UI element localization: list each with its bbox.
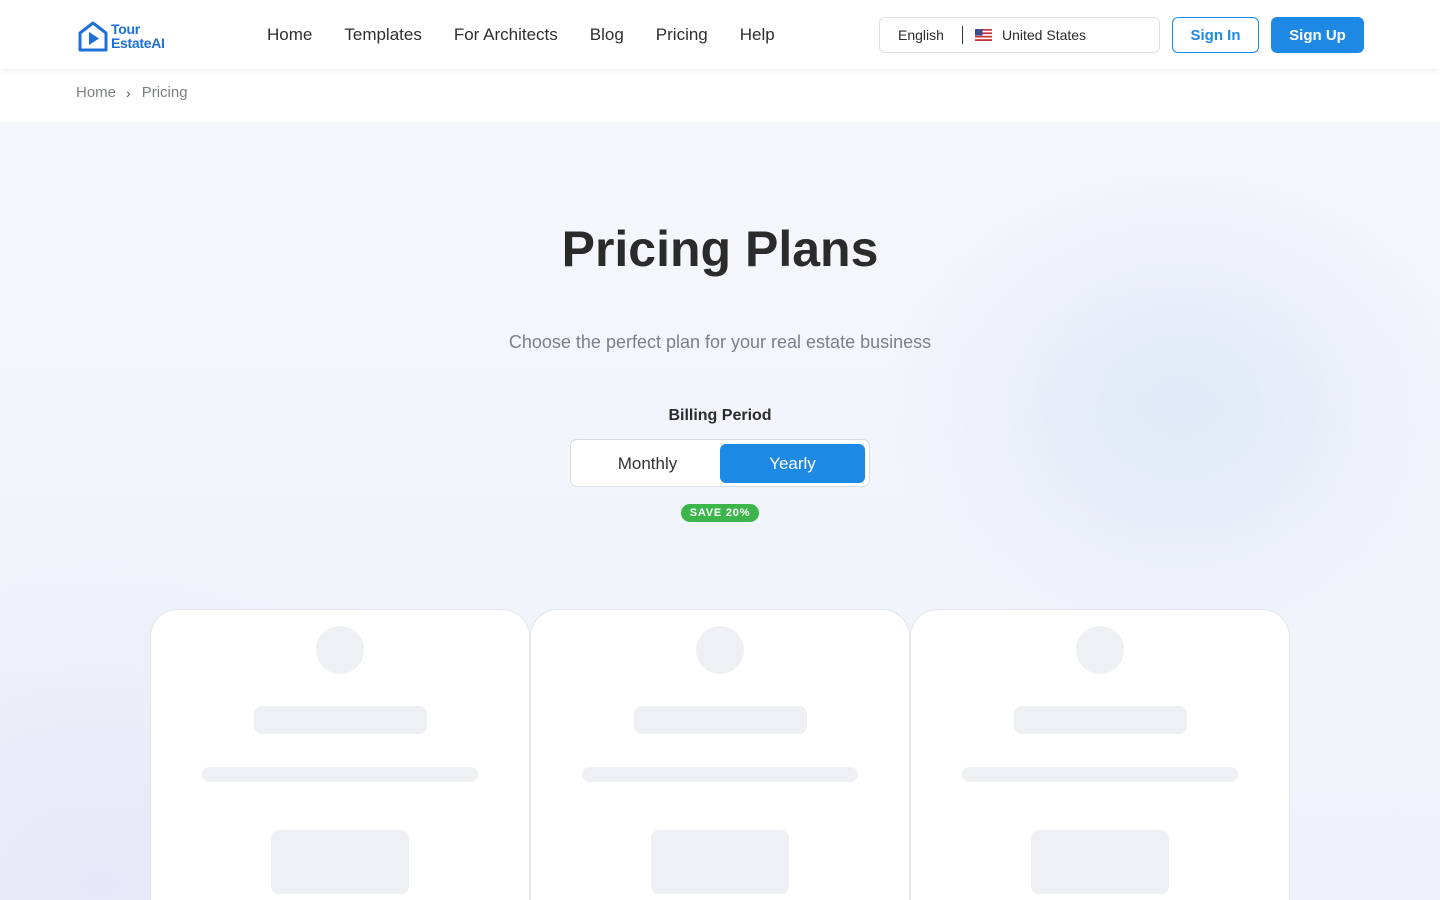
billing-yearly-option[interactable]: Yearly bbox=[720, 444, 865, 483]
plan-card-skeleton bbox=[150, 609, 530, 900]
nav-for-architects[interactable]: For Architects bbox=[454, 23, 558, 47]
brand-line-1: Tour bbox=[111, 21, 140, 37]
skeleton-text-placeholder bbox=[582, 767, 858, 782]
nav-pricing[interactable]: Pricing bbox=[656, 23, 708, 47]
nav-blog[interactable]: Blog bbox=[590, 23, 624, 47]
breadcrumb-current: Pricing bbox=[141, 84, 188, 101]
locale-divider bbox=[962, 26, 963, 44]
top-header: Tour EstateAI Home Templates For Archite… bbox=[0, 0, 1440, 69]
breadcrumb-home[interactable]: Home bbox=[76, 84, 116, 101]
skeleton-title-placeholder bbox=[1014, 706, 1187, 734]
page-subtitle: Choose the perfect plan for your real es… bbox=[508, 332, 932, 352]
billing-period-label: Billing Period bbox=[668, 407, 772, 424]
brand-wordmark: Tour EstateAI bbox=[111, 22, 165, 50]
billing-period-toggle: Monthly Yearly bbox=[570, 439, 870, 487]
sign-up-button[interactable]: Sign Up bbox=[1271, 17, 1364, 53]
locale-selector[interactable]: English United States bbox=[879, 17, 1160, 53]
us-flag-icon bbox=[975, 29, 992, 41]
skeleton-price-placeholder bbox=[651, 830, 789, 894]
brand-line-2: EstateAI bbox=[111, 35, 165, 51]
country-label[interactable]: United States bbox=[1002, 27, 1086, 43]
chevron-right-icon: › bbox=[126, 84, 131, 101]
skeleton-icon-placeholder bbox=[1076, 626, 1124, 674]
skeleton-price-placeholder bbox=[1031, 830, 1169, 894]
skeleton-icon-placeholder bbox=[316, 626, 364, 674]
brand-logo[interactable]: Tour EstateAI bbox=[77, 19, 167, 53]
page-title: Pricing Plans bbox=[561, 221, 879, 277]
skeleton-text-placeholder bbox=[202, 767, 478, 782]
plan-card-skeleton bbox=[910, 609, 1290, 900]
save-badge: SAVE 20% bbox=[681, 504, 759, 522]
nav-home[interactable]: Home bbox=[267, 23, 312, 47]
nav-help[interactable]: Help bbox=[740, 23, 775, 47]
sign-in-button[interactable]: Sign In bbox=[1172, 17, 1259, 53]
skeleton-icon-placeholder bbox=[696, 626, 744, 674]
skeleton-text-placeholder bbox=[962, 767, 1238, 782]
billing-monthly-option[interactable]: Monthly bbox=[575, 444, 720, 483]
nav-templates[interactable]: Templates bbox=[344, 23, 421, 47]
skeleton-price-placeholder bbox=[271, 830, 409, 894]
skeleton-title-placeholder bbox=[634, 706, 807, 734]
main-nav: Home Templates For Architects Blog Prici… bbox=[267, 23, 807, 47]
house-play-icon bbox=[78, 21, 108, 51]
breadcrumb: Home › Pricing bbox=[76, 84, 188, 101]
language-label[interactable]: English bbox=[880, 27, 962, 43]
skeleton-title-placeholder bbox=[254, 706, 427, 734]
plan-card-skeleton bbox=[530, 609, 910, 900]
